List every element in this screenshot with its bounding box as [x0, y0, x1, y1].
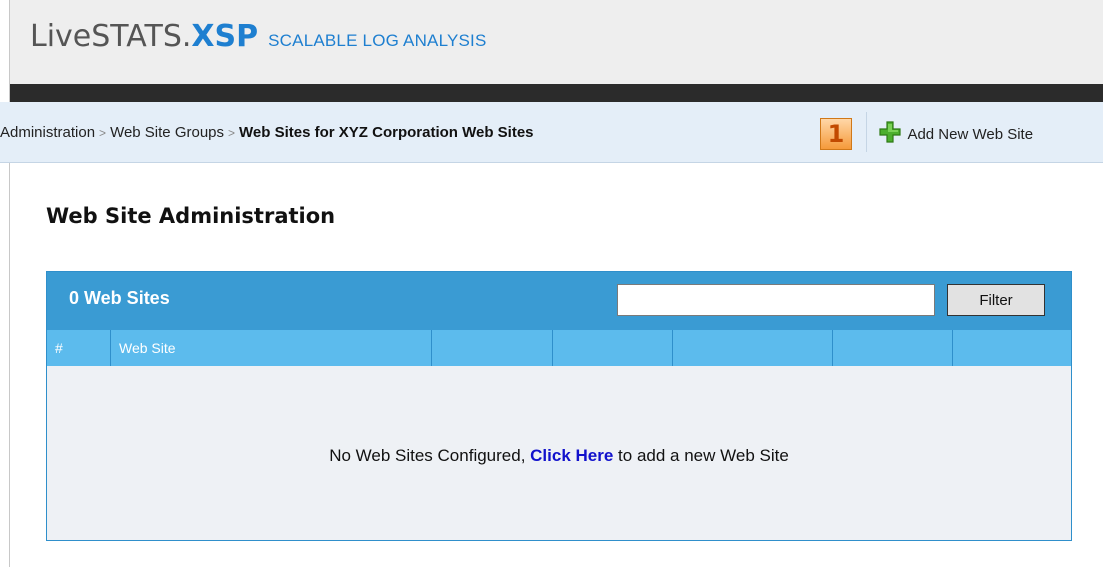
logo-accent-text: XSP	[191, 19, 259, 54]
breadcrumb-separator: >	[228, 126, 236, 140]
header-divider-bar	[10, 84, 1103, 102]
column-header-web-site[interactable]: Web Site	[111, 330, 432, 366]
web-sites-panel: 0 Web Sites Filter # Web Site No Web Sit…	[46, 271, 1072, 541]
breadcrumb-bar: Administration > Web Site Groups > Web Sites…	[0, 102, 1103, 163]
empty-state-prefix: No Web Sites Configured,	[329, 446, 531, 465]
table-header-row: # Web Site	[47, 330, 1071, 366]
empty-state-suffix: to add a new Web Site	[613, 446, 789, 465]
add-web-site-link[interactable]: Click Here	[530, 446, 613, 465]
breadcrumb-separator: >	[99, 126, 107, 140]
panel-header: 0 Web Sites Filter	[47, 272, 1071, 330]
breadcrumb: Administration > Web Site Groups > Web Sites…	[0, 124, 534, 141]
breadcrumb-current: Web Sites for XYZ Corporation Web Sites	[239, 124, 534, 141]
page-title: Web Site Administration	[46, 204, 336, 228]
column-header-6	[833, 330, 953, 366]
column-header-3	[432, 330, 553, 366]
filter-input[interactable]	[617, 284, 935, 316]
logo-main-text: LiveSTATS.	[30, 19, 192, 54]
column-header-7	[953, 330, 1071, 366]
empty-state-message: No Web Sites Configured, Click Here to a…	[47, 446, 1071, 466]
web-site-count: 0 Web Sites	[69, 288, 170, 308]
column-header-5	[673, 330, 833, 366]
column-header-number[interactable]: #	[47, 330, 111, 366]
column-header-4	[553, 330, 673, 366]
breadcrumb-link-web-site-groups[interactable]: Web Site Groups	[110, 124, 224, 141]
plus-icon	[879, 121, 901, 148]
breadcrumb-divider	[866, 112, 867, 152]
filter-button[interactable]: Filter	[947, 284, 1045, 316]
logo-tagline: SCALABLE LOG ANALYSIS	[268, 31, 487, 50]
app-header: LiveSTATS.XSP SCALABLE LOG ANALYSIS	[10, 0, 1103, 84]
add-new-web-site-label: Add New Web Site	[907, 126, 1034, 143]
add-new-web-site-button[interactable]: Add New Web Site	[879, 121, 1033, 148]
logo: LiveSTATS.XSP SCALABLE LOG ANALYSIS	[30, 22, 487, 52]
breadcrumb-link-administration[interactable]: Administration	[0, 124, 95, 141]
help-step-badge[interactable]: 1	[820, 118, 852, 150]
